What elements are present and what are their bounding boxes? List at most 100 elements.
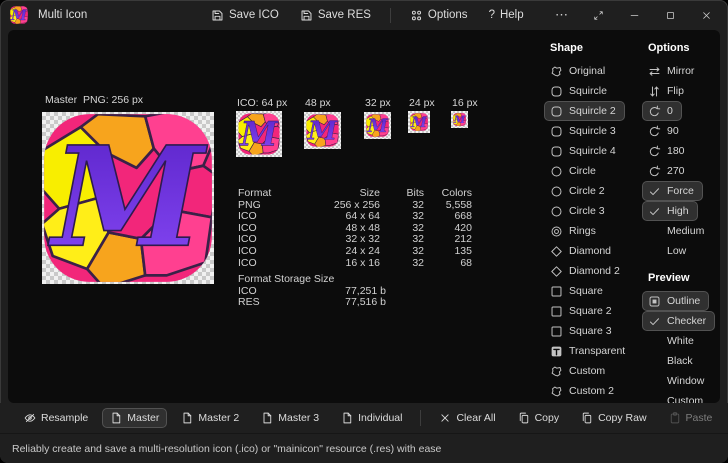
option-mirror[interactable]: Mirror	[642, 61, 703, 81]
shape-item-circle[interactable]: Circle	[544, 161, 605, 181]
shape-item-squircle[interactable]: Squircle	[544, 81, 616, 101]
circle-icon	[550, 205, 563, 218]
status-text: Reliably create and save a multi-resolut…	[12, 443, 441, 455]
rings-icon	[550, 225, 563, 238]
diamond-icon	[550, 265, 563, 278]
shape-item-original[interactable]: Original	[544, 61, 614, 81]
tab-master[interactable]: Master	[102, 408, 167, 428]
shape-item-transparent[interactable]: Transparent	[544, 341, 634, 361]
preview-white[interactable]: White	[642, 331, 703, 351]
shape-item-squircle-2[interactable]: Squircle 2	[544, 101, 625, 121]
minimize-button[interactable]	[620, 3, 648, 27]
tab-master-3[interactable]: Master 3	[253, 408, 327, 428]
options-label: Options	[428, 9, 468, 21]
more-button[interactable]: ⋯	[548, 3, 576, 27]
square-icon	[550, 325, 563, 338]
preview-32	[364, 112, 391, 139]
squircle-icon	[550, 85, 563, 98]
titlebar-save-res-button[interactable]: Save RES	[293, 6, 378, 25]
circle-icon	[550, 165, 563, 178]
options-panel: Options Mirror Flip 0 90 180 270 Force H…	[648, 41, 715, 411]
tab-master-2[interactable]: Master 2	[173, 408, 247, 428]
preview-label-16: 16 px	[452, 97, 478, 109]
option-rotate-180[interactable]: 180	[642, 141, 694, 161]
shape-item-square-3[interactable]: Square 3	[544, 321, 621, 341]
master-image	[42, 112, 214, 284]
file-icon	[181, 412, 193, 424]
clear-x-icon	[439, 412, 451, 424]
file-icon	[261, 412, 273, 424]
option-rotate-90[interactable]: 90	[642, 121, 688, 141]
preview-label-24: 24 px	[409, 97, 435, 109]
shape-item-rings[interactable]: Rings	[544, 221, 605, 241]
option-high[interactable]: High	[642, 201, 698, 221]
shape-item-diamond-2[interactable]: Diamond 2	[544, 261, 629, 281]
squircle-icon	[550, 105, 563, 118]
shape-item-square-2[interactable]: Square 2	[544, 301, 621, 321]
shape-item-squircle-4[interactable]: Squircle 4	[544, 141, 625, 161]
help-icon: ?	[489, 9, 495, 21]
maximize-button[interactable]	[656, 3, 684, 27]
shape-item-custom[interactable]: Custom	[544, 361, 614, 381]
shape-panel-title: Shape	[550, 41, 634, 55]
storage-title: Format Storage Size	[238, 274, 386, 286]
copy-button[interactable]: Copy	[510, 408, 568, 428]
preview-label-48: 48 px	[305, 97, 331, 109]
option-force[interactable]: Force	[642, 181, 703, 201]
option-flip[interactable]: Flip	[642, 81, 693, 101]
shape-item-custom-2[interactable]: Custom 2	[544, 381, 623, 401]
outline-icon	[648, 295, 661, 308]
preview-48	[304, 112, 341, 149]
option-low[interactable]: Low	[642, 241, 695, 261]
bottom-toolbar: Resample Master Master 2 Master 3 Indivi…	[0, 403, 728, 433]
squircle-icon	[550, 145, 563, 158]
titlebar-separator	[390, 8, 391, 23]
preview-24	[408, 111, 430, 133]
shape-item-circle-3[interactable]: Circle 3	[544, 201, 614, 221]
shape-item-diamond[interactable]: Diamond	[544, 241, 620, 261]
help-button[interactable]: ? Help	[482, 6, 531, 24]
rotate-icon	[648, 105, 661, 118]
shape-panel: Shape Original Squircle Squircle 2 Squir…	[550, 41, 634, 401]
format-table: FormatSizeBitsColors PNG256 x 256325,558…	[238, 188, 472, 269]
options-button[interactable]: Options	[403, 6, 475, 25]
titlebar-save-ico-button[interactable]: Save ICO	[204, 6, 286, 25]
rotate-icon	[648, 125, 661, 138]
save-icon	[300, 9, 313, 22]
save-ico-label: Save ICO	[229, 9, 279, 21]
resize-icon	[593, 10, 604, 21]
fullscreen-button[interactable]	[584, 3, 612, 27]
preview-16	[451, 111, 468, 128]
copy-raw-button[interactable]: Copy Raw	[573, 408, 654, 428]
table-row: ICO	[238, 246, 296, 258]
preview-black[interactable]: Black	[642, 351, 702, 371]
option-rotate-270[interactable]: 270	[642, 161, 694, 181]
minimize-icon	[629, 10, 640, 21]
preview-window[interactable]: Window	[642, 371, 713, 391]
preview-label-64: ICO: 64 px	[237, 97, 287, 109]
option-medium[interactable]: Medium	[642, 221, 713, 241]
close-button[interactable]	[692, 3, 720, 27]
preview-checker[interactable]: Checker	[642, 311, 715, 331]
preview-outline[interactable]: Outline	[642, 291, 709, 311]
shape-item-square[interactable]: Square	[544, 281, 612, 301]
square-icon	[550, 285, 563, 298]
save-res-label: Save RES	[318, 9, 371, 21]
maximize-icon	[665, 10, 676, 21]
blob-icon	[550, 65, 563, 78]
close-icon	[701, 10, 712, 21]
clear-all-button[interactable]: Clear All	[431, 408, 503, 428]
blob-icon	[550, 365, 563, 378]
resample-button[interactable]: Resample	[16, 408, 96, 428]
status-bar: Reliably create and save a multi-resolut…	[0, 433, 728, 463]
shape-item-circle-2[interactable]: Circle 2	[544, 181, 614, 201]
option-rotate-0[interactable]: 0	[642, 101, 682, 121]
check-icon	[648, 205, 661, 218]
check-icon	[648, 185, 661, 198]
shape-item-squircle-3[interactable]: Squircle 3	[544, 121, 625, 141]
paste-button[interactable]: Paste	[661, 408, 721, 428]
flip-icon	[648, 85, 661, 98]
preview-label-32: 32 px	[365, 97, 391, 109]
storage-size-table: Format Storage Size ICO77,251 b RES77,51…	[238, 274, 386, 309]
tab-individual[interactable]: Individual	[333, 408, 410, 428]
